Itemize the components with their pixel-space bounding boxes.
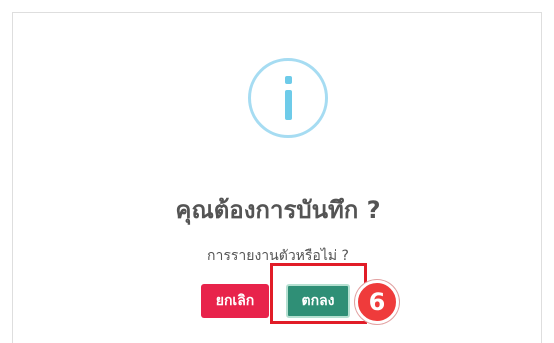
info-icon xyxy=(248,58,328,138)
dialog-title: คุณต้องการบันทึก ? xyxy=(175,196,381,224)
ok-button-highlight xyxy=(270,263,367,324)
info-icon-stem xyxy=(285,90,292,120)
step-number-badge: 6 xyxy=(355,280,399,324)
cancel-button[interactable]: ยกเลิก xyxy=(201,284,269,318)
info-icon-dot xyxy=(285,76,292,84)
page: คุณต้องการบันทึก ? การรายงานตัวหรือไม่ ?… xyxy=(0,0,554,343)
